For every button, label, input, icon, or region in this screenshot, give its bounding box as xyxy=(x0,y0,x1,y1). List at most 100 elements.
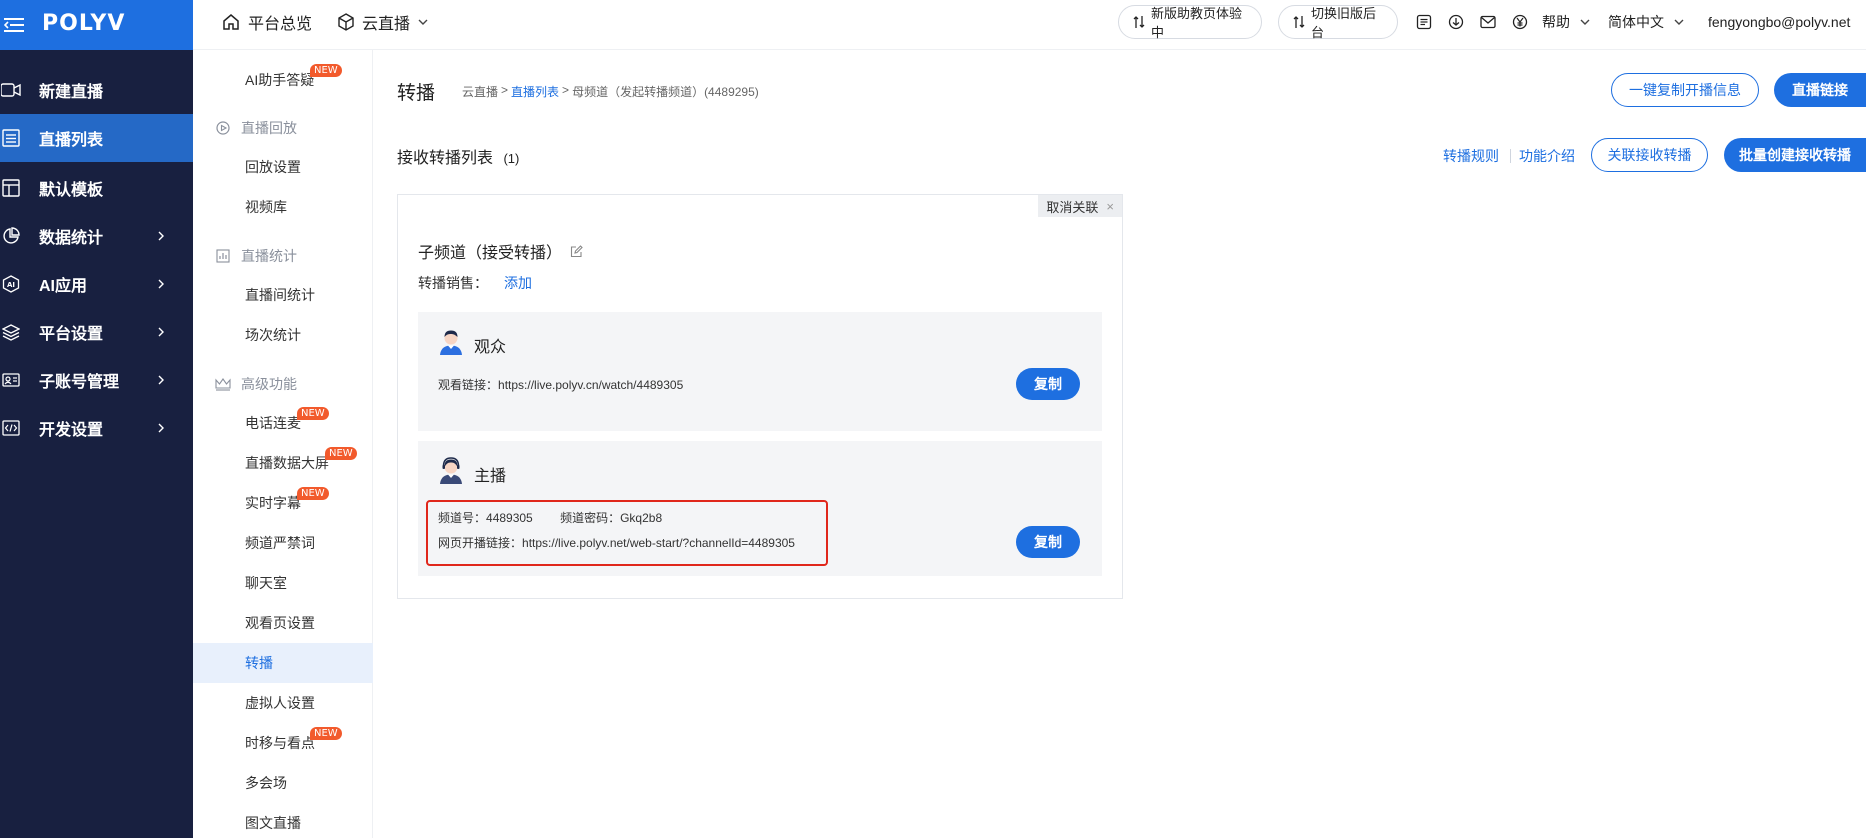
play-circle-icon xyxy=(215,120,231,136)
help-menu[interactable]: 帮助 xyxy=(1542,0,1590,44)
subnav-chat-room[interactable]: 聊天室 xyxy=(193,563,373,603)
sidebar-item-label: 子账号管理 xyxy=(39,374,120,391)
subnav-playback-settings[interactable]: 回放设置 xyxy=(193,147,373,187)
viewer-avatar-icon xyxy=(438,328,464,356)
sidebar-item-ai-apps[interactable]: AI AI应用 xyxy=(0,260,193,308)
subnav-group-advanced: 高级功能 xyxy=(215,374,297,394)
subnav-data-screen[interactable]: 直播数据大屏 NEW xyxy=(193,443,373,483)
chevron-right-icon xyxy=(155,230,167,242)
edit-icon[interactable] xyxy=(570,244,583,258)
subnav-video-library[interactable]: 视频库 xyxy=(193,187,373,227)
sidebar-item-label: 开发设置 xyxy=(39,422,104,439)
nav-overview[interactable]: 平台总览 xyxy=(222,0,312,44)
watch-link-url[interactable]: https://live.polyv.cn/watch/4489305 xyxy=(498,378,683,392)
unlink-button[interactable]: 取消关联 × xyxy=(1038,195,1122,217)
user-menu[interactable]: fengyongbo@polyv.net xyxy=(1708,0,1850,44)
nav-cloud-live-label: 云直播 xyxy=(362,16,411,33)
sidebar-item-new-live[interactable]: 新建直播 xyxy=(0,66,193,114)
sidebar-item-platform-settings[interactable]: 平台设置 xyxy=(0,308,193,356)
template-icon xyxy=(0,177,22,199)
sidebar-item-label: AI应用 xyxy=(39,278,88,295)
yuan-icon[interactable] xyxy=(1510,12,1530,32)
subnav-timeshift[interactable]: 时移与看点 NEW xyxy=(193,723,373,763)
logo-area: POLYV xyxy=(0,0,193,50)
chevron-right-icon xyxy=(155,422,167,434)
subnav-group-label: 直播统计 xyxy=(241,248,297,264)
web-start-url[interactable]: https://live.polyv.net/web-start/?channe… xyxy=(522,536,795,550)
subnav-multi-venue[interactable]: 多会场 xyxy=(193,763,373,803)
subnav-label: 视频库 xyxy=(245,199,287,215)
subnav-banned-words[interactable]: 频道严禁词 xyxy=(193,523,373,563)
add-sales-link[interactable]: 添加 xyxy=(504,273,532,293)
copy-live-info-button[interactable]: 一键复制开播信息 xyxy=(1611,73,1759,107)
mail-icon[interactable] xyxy=(1478,12,1498,32)
logo[interactable]: POLYV xyxy=(42,11,125,36)
main-sidebar: 新建直播 直播列表 默认模板 数据统计 AI AI应用 平台设置 子账号管理 开… xyxy=(0,50,193,838)
sub-sidebar: AI助手答疑 NEW 直播回放 回放设置 视频库 直播统计 直播间统计 场次统计… xyxy=(193,50,373,838)
live-link-button[interactable]: 直播链接 xyxy=(1774,73,1866,107)
sidebar-item-dev-settings[interactable]: 开发设置 xyxy=(0,404,193,452)
subnav-label: 回放设置 xyxy=(245,159,301,175)
switch-arrows-icon xyxy=(1133,15,1145,29)
channel-id-value: 4489305 xyxy=(486,511,533,525)
chevron-right-icon xyxy=(155,374,167,386)
new-badge: NEW xyxy=(297,487,329,500)
subnav-session-stats[interactable]: 场次统计 xyxy=(193,315,373,355)
subnav-label: 虚拟人设置 xyxy=(245,695,315,711)
subnav-avatar-settings[interactable]: 虚拟人设置 xyxy=(193,683,373,723)
sidebar-item-sub-accounts[interactable]: 子账号管理 xyxy=(0,356,193,404)
sidebar-item-data-stats[interactable]: 数据统计 xyxy=(0,212,193,260)
subnav-label: 直播数据大屏 xyxy=(245,455,329,471)
copy-host-info-button[interactable]: 复制 xyxy=(1016,526,1080,558)
associate-relay-button[interactable]: 关联接收转播 xyxy=(1591,138,1708,172)
breadcrumb-list[interactable]: 直播列表 xyxy=(511,83,559,100)
close-icon: × xyxy=(1106,198,1114,214)
nav-cloud-live[interactable]: 云直播 xyxy=(338,0,436,44)
subnav-label: 电话连麦 xyxy=(245,415,301,431)
sidebar-item-live-list[interactable]: 直播列表 xyxy=(0,114,193,162)
subnav-label: 观看页设置 xyxy=(245,615,315,631)
subnav-subtitles[interactable]: 实时字幕 NEW xyxy=(193,483,373,523)
subnav-label: AI助手答疑 xyxy=(245,72,315,88)
sidebar-item-default-template[interactable]: 默认模板 xyxy=(0,164,193,212)
bar-chart-icon xyxy=(215,248,231,264)
subnav-image-text[interactable]: 图文直播 xyxy=(193,803,373,838)
document-icon[interactable] xyxy=(1414,12,1434,32)
subnav-relay[interactable]: 转播 xyxy=(193,643,373,683)
switch-old-pill[interactable]: 切换旧版后台 xyxy=(1278,5,1398,40)
copy-watch-link-button[interactable]: 复制 xyxy=(1016,368,1080,400)
new-badge: NEW xyxy=(310,64,342,77)
channel-id-label: 频道号： xyxy=(438,511,487,525)
new-badge: NEW xyxy=(325,447,357,460)
chevron-down-icon xyxy=(1674,18,1684,26)
switch-arrows-icon xyxy=(1293,15,1305,29)
crown-icon xyxy=(215,376,231,392)
batch-create-relay-button[interactable]: 批量创建接收转播 xyxy=(1724,138,1866,172)
breadcrumb-root[interactable]: 云直播 xyxy=(462,83,498,100)
subnav-label: 场次统计 xyxy=(245,327,301,343)
switch-old-label: 切换旧版后台 xyxy=(1311,6,1377,40)
language-menu[interactable]: 简体中文 xyxy=(1608,0,1684,44)
subnav-ai-help[interactable]: AI助手答疑 NEW xyxy=(193,60,373,100)
relay-sales-row: 转播销售： 添加 xyxy=(418,273,532,293)
subnav-watch-page[interactable]: 观看页设置 xyxy=(193,603,373,643)
subnav-room-stats[interactable]: 直播间统计 xyxy=(193,275,373,315)
channel-info-row: 频道号：4489305 频道密码：Gkq2b8 xyxy=(438,509,662,526)
download-icon[interactable] xyxy=(1446,12,1466,32)
svg-text:AI: AI xyxy=(7,281,15,289)
new-teach-pill[interactable]: 新版助教页体验中 xyxy=(1118,5,1262,40)
main-content: 转播 云直播 > 直播列表 > 母频道（发起转播频道）(4489295) 一键复… xyxy=(373,50,1866,838)
feature-intro-link[interactable]: 功能介绍 xyxy=(1519,146,1575,166)
subnav-group-playback: 直播回放 xyxy=(215,118,297,138)
subnav-phone-mic[interactable]: 电话连麦 NEW xyxy=(193,403,373,443)
subnav-group-label: 直播回放 xyxy=(241,120,297,136)
cube-icon xyxy=(338,13,354,31)
section-title: 接收转播列表 (1) xyxy=(397,144,519,168)
breadcrumb-current: 母频道（发起转播频道）(4489295) xyxy=(572,85,759,99)
menu-icon[interactable] xyxy=(0,13,28,37)
chevron-down-icon xyxy=(418,18,428,26)
sidebar-item-label: 新建直播 xyxy=(39,84,104,101)
relay-rules-link[interactable]: 转播规则 xyxy=(1443,146,1499,166)
watch-link-label: 观看链接： xyxy=(438,378,499,392)
id-card-icon xyxy=(0,369,22,391)
